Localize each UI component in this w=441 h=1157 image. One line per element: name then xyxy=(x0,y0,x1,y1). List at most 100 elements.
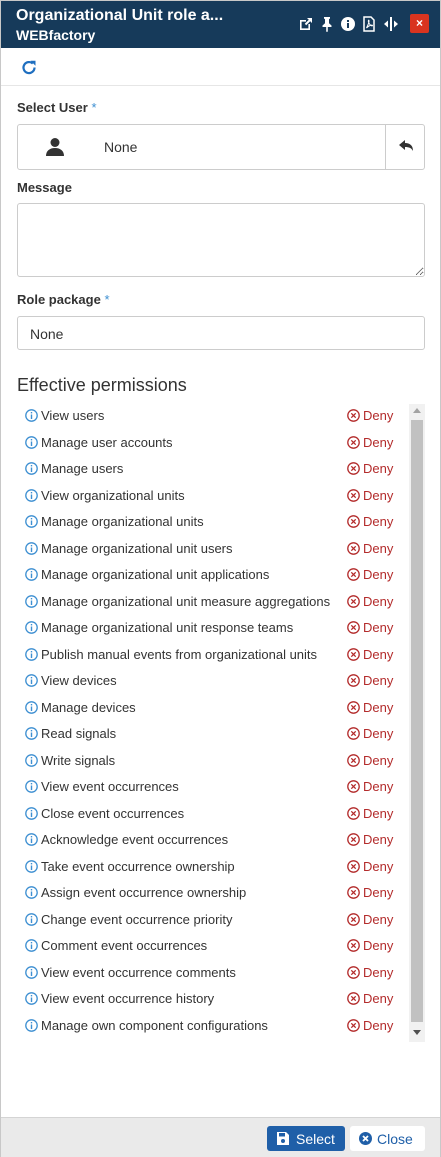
deny-icon xyxy=(347,700,360,714)
user-icon xyxy=(46,138,64,156)
info-icon[interactable] xyxy=(25,727,38,740)
pdf-icon[interactable] xyxy=(361,16,377,32)
info-icon[interactable] xyxy=(25,965,38,979)
permission-name: Read signals xyxy=(41,726,117,741)
permission-name: View event occurrences xyxy=(41,779,179,794)
permission-row: Change event occurrence priority Deny xyxy=(17,907,409,933)
permission-name: Manage users xyxy=(41,461,124,476)
permission-row: View event occurrences Deny xyxy=(17,774,409,800)
deny-icon xyxy=(347,568,360,581)
permission-row: Assign event occurrence ownership Deny xyxy=(17,880,409,906)
select-button[interactable]: Select xyxy=(267,1126,345,1151)
role-package-value: None xyxy=(30,326,64,342)
permission-status: Deny xyxy=(363,540,394,556)
deny-icon xyxy=(347,833,360,846)
permission-name: Manage organizational unit response team… xyxy=(41,620,294,635)
permission-row: View users Deny xyxy=(17,403,409,429)
permission-name: View event occurrence comments xyxy=(41,964,236,980)
permission-row: View event occurrence comments Deny xyxy=(17,960,409,986)
message-field[interactable] xyxy=(17,203,425,277)
permission-status: Deny xyxy=(363,699,394,715)
info-icon[interactable] xyxy=(25,488,38,502)
info-icon[interactable] xyxy=(25,621,38,634)
permission-name: Acknowledge event occurrences xyxy=(41,832,229,847)
info-icon[interactable] xyxy=(25,541,38,555)
info-icon[interactable] xyxy=(25,939,38,952)
info-icon[interactable] xyxy=(25,859,38,873)
permission-row: Manage organizational unit users Deny xyxy=(17,536,409,562)
permission-row: Manage organizational unit response team… xyxy=(17,615,409,641)
deny-icon xyxy=(347,435,360,449)
scroll-up-arrow-icon[interactable] xyxy=(413,408,421,413)
close-icon[interactable]: × xyxy=(410,14,429,33)
info-icon[interactable] xyxy=(25,912,38,926)
info-icon[interactable] xyxy=(25,515,38,528)
required-mark: * xyxy=(91,100,97,115)
scroll-down-arrow-icon[interactable] xyxy=(413,1030,421,1035)
permission-status: Deny xyxy=(363,805,394,821)
info-icon[interactable] xyxy=(25,833,38,846)
info-icon[interactable] xyxy=(25,806,38,820)
info-icon[interactable] xyxy=(25,674,38,687)
user-picker[interactable]: None xyxy=(17,124,425,170)
permission-status: Deny xyxy=(363,858,394,874)
permission-name: Manage organizational unit users xyxy=(41,540,233,556)
required-mark: * xyxy=(104,292,110,307)
role-package-select[interactable]: None xyxy=(17,316,425,350)
deny-icon xyxy=(347,674,360,687)
info-icon[interactable] xyxy=(340,16,356,32)
pin-icon[interactable] xyxy=(319,16,335,32)
message-label: Message xyxy=(17,180,72,195)
permissions-scrollbar[interactable] xyxy=(409,404,425,1042)
permission-row: Manage user accounts Deny xyxy=(17,430,409,456)
dialog-header: Organizational Unit role a... WEBfactory… xyxy=(1,1,440,48)
deny-icon xyxy=(347,515,360,528)
permission-row: Manage organizational units Deny xyxy=(17,509,409,535)
permission-row: Manage devices Deny xyxy=(17,695,409,721)
permission-name: Publish manual events from organizationa… xyxy=(41,646,318,662)
undo-button[interactable] xyxy=(385,125,425,169)
info-icon[interactable] xyxy=(25,435,38,449)
external-link-icon[interactable] xyxy=(298,16,314,32)
permission-status: Deny xyxy=(363,1017,394,1033)
info-icon[interactable] xyxy=(25,700,38,714)
refresh-icon[interactable] xyxy=(19,58,39,78)
info-icon[interactable] xyxy=(25,647,38,661)
permission-status: Deny xyxy=(363,991,394,1006)
info-icon[interactable] xyxy=(25,568,38,581)
info-icon[interactable] xyxy=(25,780,38,793)
permission-row: View devices Deny xyxy=(17,668,409,694)
deny-icon xyxy=(347,912,360,926)
deny-icon xyxy=(347,409,360,422)
info-icon[interactable] xyxy=(25,992,38,1005)
deny-icon xyxy=(347,753,360,767)
permission-status: Deny xyxy=(363,646,394,662)
deny-icon xyxy=(347,859,360,873)
scroll-thumb[interactable] xyxy=(411,420,423,1022)
close-button[interactable]: Close xyxy=(350,1126,425,1151)
info-icon[interactable] xyxy=(25,462,38,475)
permission-name: Manage organizational unit measure aggre… xyxy=(41,593,331,609)
permission-name: View organizational units xyxy=(41,487,185,503)
role-package-label-text: Role package xyxy=(17,292,101,307)
info-icon[interactable] xyxy=(25,1018,38,1032)
permission-status: Deny xyxy=(363,911,394,927)
permission-name: Comment event occurrences xyxy=(41,938,208,953)
permission-name: Change event occurrence priority xyxy=(41,911,233,927)
info-icon[interactable] xyxy=(25,753,38,767)
permission-name: Manage user accounts xyxy=(41,434,173,450)
info-icon[interactable] xyxy=(25,886,38,899)
permission-status: Deny xyxy=(363,726,394,741)
deny-icon xyxy=(347,488,360,502)
permission-status: Deny xyxy=(363,964,394,980)
permission-name: Manage organizational units xyxy=(41,514,204,529)
deny-icon xyxy=(347,727,360,740)
info-icon[interactable] xyxy=(25,409,38,422)
resize-icon[interactable] xyxy=(383,16,399,32)
permission-row: View event occurrence history Deny xyxy=(17,986,409,1012)
info-icon[interactable] xyxy=(25,594,38,608)
dialog-footer: Select Close xyxy=(1,1117,440,1157)
deny-icon xyxy=(347,1018,360,1032)
permissions-list: View users Deny Manage user accounts Deny Ma… xyxy=(17,403,425,1043)
save-icon xyxy=(277,1132,289,1145)
